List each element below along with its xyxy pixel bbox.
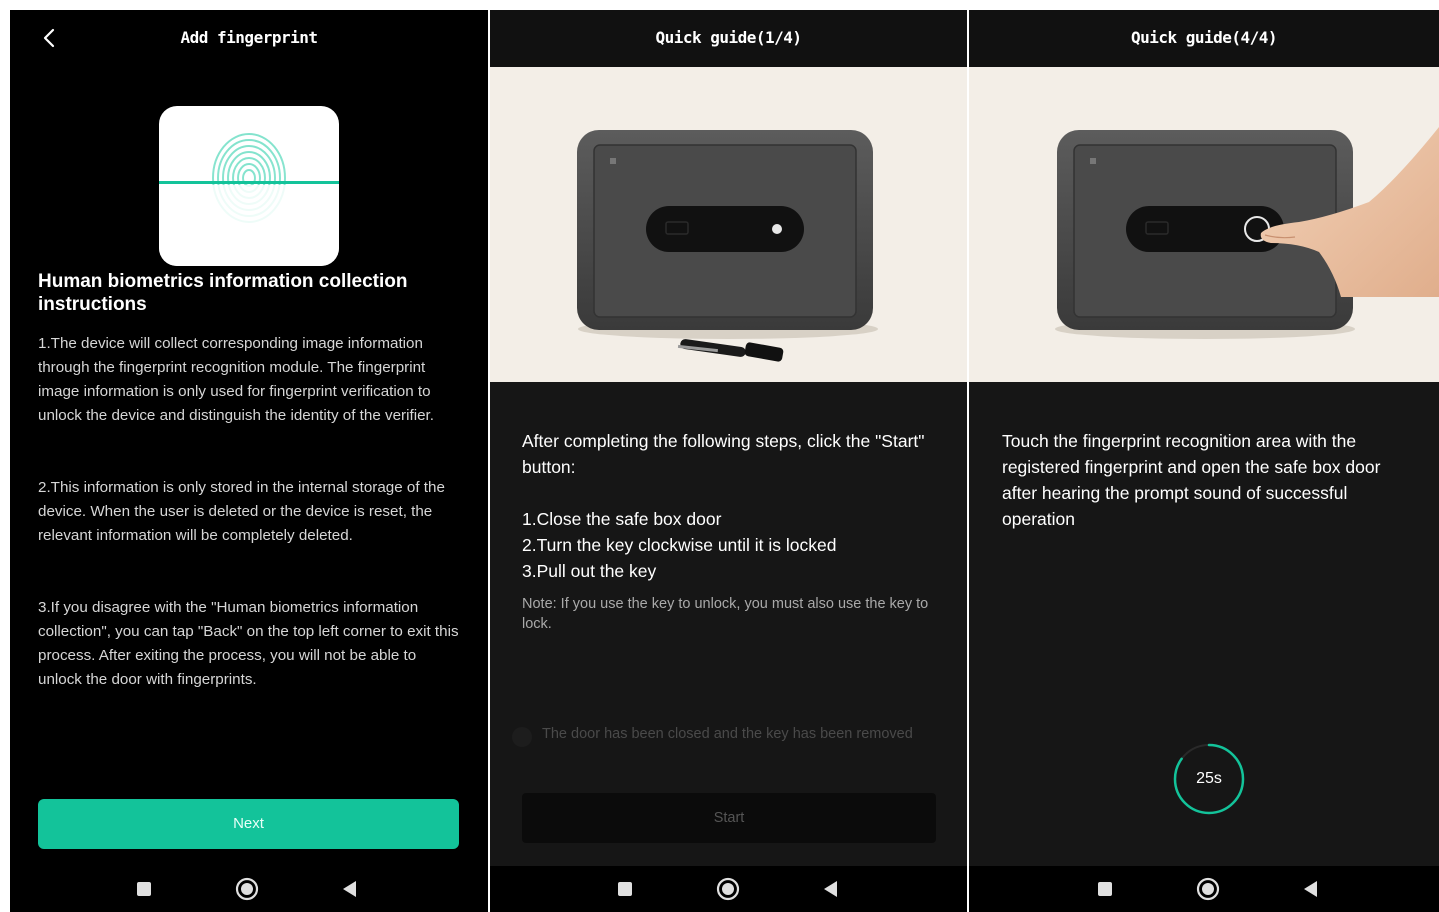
page-title: Add fingerprint	[180, 28, 319, 47]
next-button[interactable]: Next	[38, 799, 459, 849]
screen-header: Quick guide(1/4)	[490, 10, 967, 67]
system-nav-bar	[10, 866, 488, 912]
step-item-2: 2.Turn the key clockwise until it is loc…	[522, 535, 837, 555]
triangle-left-icon[interactable]	[1298, 876, 1324, 902]
step-item-3: 3.Pull out the key	[522, 561, 657, 581]
countdown-timer: 25s	[1172, 742, 1246, 816]
safe-photo	[969, 67, 1439, 382]
fingerprint-illustration	[159, 106, 339, 266]
safe-photo	[490, 67, 967, 382]
countdown-value: 25s	[1196, 770, 1222, 787]
add-fingerprint-screen: Add fingerprint Human biometrics informa…	[10, 10, 488, 912]
screen-header: Add fingerprint	[10, 10, 488, 67]
quick-guide-step-4-screen: Quick guide(4/4) Touch the fingerprint r…	[969, 10, 1439, 912]
start-button[interactable]: Start	[522, 793, 936, 843]
safe-touch-image	[1055, 127, 1439, 339]
instructions-title: Human biometrics information collection …	[38, 271, 408, 315]
instruction-paragraph-3: 3.If you disagree with the "Human biomet…	[38, 599, 459, 688]
page-title: Quick guide(1/4)	[655, 28, 802, 47]
triangle-left-icon[interactable]	[337, 876, 363, 902]
step-item-1: 1.Close the safe box door	[522, 509, 722, 529]
quick-guide-step-1-screen: Quick guide(1/4) After completing the fo…	[490, 10, 967, 912]
system-nav-bar	[969, 866, 1439, 912]
instruction-paragraph-2: 2.This information is only stored in the…	[38, 479, 445, 544]
circle-icon[interactable]	[1195, 876, 1221, 902]
system-nav-bar	[490, 866, 967, 912]
door-closed-checkbox[interactable]: The door has been closed and the key has…	[512, 725, 942, 765]
chevron-left-icon[interactable]	[38, 26, 62, 50]
circle-icon[interactable]	[715, 876, 741, 902]
steps-intro: After completing the following steps, cl…	[522, 431, 925, 477]
circle-icon[interactable]	[234, 876, 260, 902]
page-title: Quick guide(4/4)	[1130, 28, 1278, 47]
key-note: Note: If you use the key to unlock, you …	[522, 596, 929, 632]
square-icon[interactable]	[612, 876, 638, 902]
square-icon[interactable]	[1092, 876, 1118, 902]
square-icon[interactable]	[131, 876, 157, 902]
checkbox-circle-icon[interactable]	[512, 727, 532, 747]
triangle-left-icon[interactable]	[818, 876, 844, 902]
checkbox-label: The door has been closed and the key has…	[542, 726, 913, 742]
fingerprint-icon	[159, 133, 339, 266]
safe-box-image	[577, 130, 878, 362]
touch-instruction: Touch the fingerprint recognition area w…	[1002, 431, 1381, 529]
screen-header: Quick guide(4/4)	[969, 10, 1439, 67]
instruction-paragraph-1: 1.The device will collect corresponding …	[38, 335, 434, 424]
